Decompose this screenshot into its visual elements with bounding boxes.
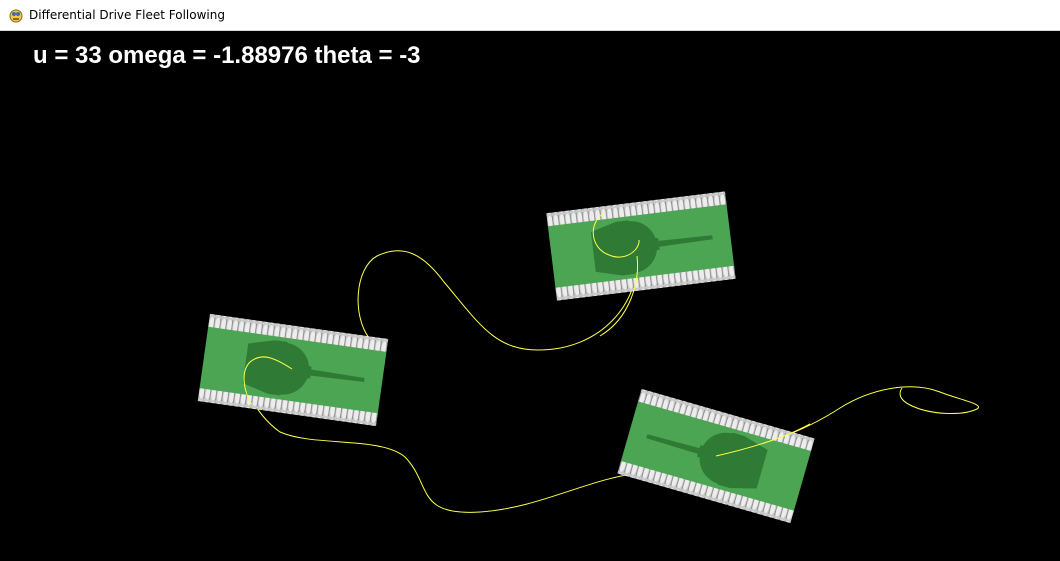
tank-icon[interactable]	[546, 191, 736, 301]
tank-icon[interactable]	[197, 313, 389, 427]
status-readout: u = 33 omega = -1.88976 theta = -3	[33, 42, 421, 69]
simulation-canvas[interactable]: u = 33 omega = -1.88976 theta = -3	[0, 31, 1060, 561]
window-titlebar: Differential Drive Fleet Following	[0, 0, 1060, 31]
app-snake-icon	[9, 9, 23, 23]
fleet-scene	[197, 191, 980, 524]
window-title: Differential Drive Fleet Following	[29, 8, 225, 22]
